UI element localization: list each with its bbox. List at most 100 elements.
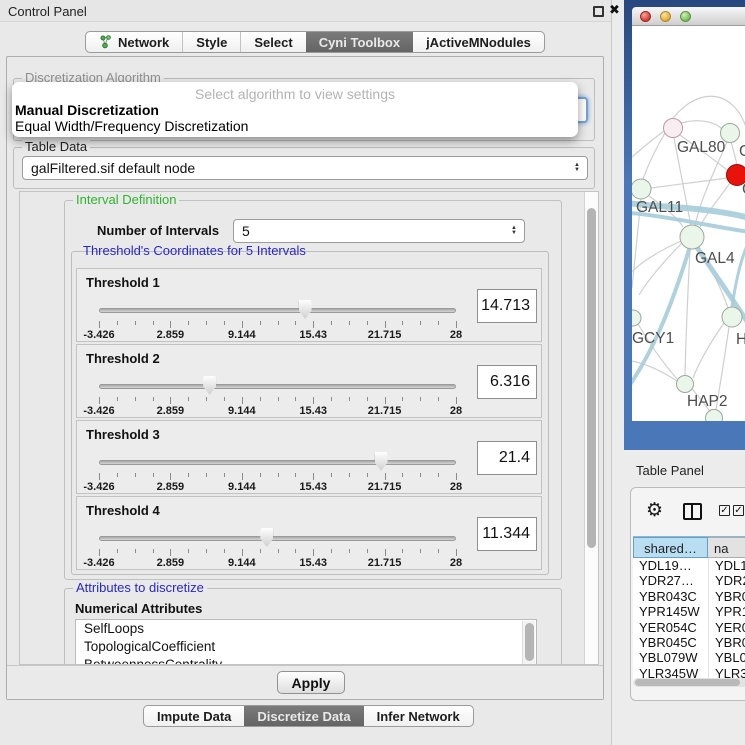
slider-thumb[interactable] bbox=[375, 452, 388, 471]
attribute-list-item[interactable]: SelfLoops bbox=[76, 620, 536, 638]
network-icon bbox=[99, 35, 112, 49]
network-edge[interactable] bbox=[685, 249, 690, 375]
network-node-gal11[interactable] bbox=[632, 179, 651, 199]
number-of-intervals-combobox[interactable]: 5 ▲▼ bbox=[233, 219, 525, 243]
slider-tick bbox=[438, 321, 439, 325]
table-row[interactable]: YDR27…YDR2 bbox=[633, 573, 745, 588]
table-cell[interactable]: YDR27… bbox=[633, 573, 708, 588]
network-edge[interactable] bbox=[681, 121, 722, 129]
node-label: H bbox=[736, 331, 745, 348]
table-cell[interactable]: YBR043C bbox=[633, 589, 708, 604]
table-horizontal-scrollbar[interactable] bbox=[633, 678, 745, 687]
bottom-tab-discretize-data[interactable]: Discretize Data bbox=[244, 706, 363, 726]
slider-tick bbox=[402, 321, 403, 325]
algorithm-option[interactable]: Equal Width/Frequency Discretization bbox=[15, 118, 248, 134]
network-edge[interactable] bbox=[632, 131, 664, 165]
table-data-combobox[interactable]: galFiltered.sif default node ▲▼ bbox=[22, 156, 588, 180]
tab-jactivemnodules[interactable]: jActiveMNodules bbox=[413, 32, 544, 52]
table-row[interactable]: YBL079WYBL0 bbox=[633, 650, 745, 665]
threshold-value-field[interactable]: 14.713 bbox=[477, 289, 537, 323]
threshold-label: Threshold 2 bbox=[86, 351, 160, 366]
network-node-hap2[interactable] bbox=[677, 376, 694, 393]
network-node-gal4[interactable] bbox=[680, 225, 704, 249]
close-icon[interactable]: ✖ bbox=[609, 2, 620, 18]
zoom-traffic-light-icon[interactable] bbox=[680, 11, 691, 22]
threshold-label: Threshold 3 bbox=[86, 427, 160, 442]
slider-tick bbox=[349, 549, 350, 553]
bottom-tab-impute-data[interactable]: Impute Data bbox=[144, 706, 244, 726]
table-cell[interactable]: YDL19… bbox=[633, 558, 708, 573]
threshold-slider[interactable]: -3.4262.8599.14415.4321.71528 bbox=[99, 527, 456, 569]
algorithm-option[interactable]: Manual Discretization bbox=[15, 102, 159, 118]
checkbox-checked-icon[interactable]: ✓ bbox=[733, 505, 744, 516]
network-view-window: GAL80GACGAL11GAL4GCY1HHAP2 bbox=[624, 0, 745, 450]
slider-thumb[interactable] bbox=[260, 528, 273, 547]
attributes-scrollbar[interactable] bbox=[522, 621, 535, 665]
column-header-name[interactable]: na bbox=[708, 537, 745, 558]
settings-vertical-scrollbar[interactable] bbox=[584, 192, 598, 664]
split-columns-icon[interactable] bbox=[683, 503, 702, 520]
network-edge[interactable] bbox=[700, 183, 730, 227]
network-window-titlebar[interactable] bbox=[632, 7, 745, 26]
apply-button[interactable]: Apply bbox=[277, 671, 345, 694]
network-edge[interactable] bbox=[632, 241, 681, 285]
table-cell[interactable]: YBL0 bbox=[708, 650, 745, 665]
slider-track[interactable] bbox=[99, 536, 456, 541]
table-cell[interactable]: YER0 bbox=[708, 620, 745, 635]
table-cell[interactable]: YER054C bbox=[633, 620, 708, 635]
threshold-value-field[interactable]: 6.316 bbox=[477, 365, 537, 399]
threshold-slider[interactable]: -3.4262.8599.14415.4321.71528 bbox=[99, 375, 456, 417]
table-cell[interactable]: YBR0 bbox=[708, 589, 745, 604]
table-cell[interactable]: YBR0 bbox=[708, 635, 745, 650]
close-traffic-light-icon[interactable] bbox=[640, 11, 651, 22]
node-label: GCY1 bbox=[632, 330, 674, 347]
network-canvas[interactable]: GAL80GACGAL11GAL4GCY1HHAP2 bbox=[632, 26, 745, 421]
tab-style[interactable]: Style bbox=[182, 32, 240, 52]
slider-tick bbox=[260, 473, 261, 477]
threshold-slider[interactable]: -3.4262.8599.14415.4321.71528 bbox=[99, 299, 456, 341]
column-header-shared-name[interactable]: shared… bbox=[633, 537, 708, 558]
attribute-list-item[interactable]: TopologicalCoefficient bbox=[76, 638, 536, 656]
slider-track[interactable] bbox=[99, 384, 456, 389]
table-row[interactable]: YBR045CYBR0 bbox=[633, 635, 745, 650]
table-row[interactable]: YPR145WYPR1 bbox=[633, 604, 745, 619]
network-node-node[interactable] bbox=[706, 410, 723, 422]
table-cell[interactable]: YDR2 bbox=[708, 573, 745, 588]
tab-network[interactable]: Network bbox=[86, 32, 182, 52]
network-edge[interactable] bbox=[731, 142, 737, 165]
network-edge[interactable] bbox=[643, 133, 665, 179]
network-node-gal80[interactable] bbox=[664, 119, 683, 138]
slider-scale-label: 28 bbox=[428, 557, 484, 569]
table-cell[interactable]: YBL079W bbox=[633, 650, 708, 665]
slider-tick bbox=[278, 549, 279, 553]
slider-track[interactable] bbox=[99, 308, 456, 313]
tab-select[interactable]: Select bbox=[240, 32, 305, 52]
table-cell[interactable]: YPR145W bbox=[633, 604, 708, 619]
minimize-traffic-light-icon[interactable] bbox=[660, 11, 671, 22]
slider-tick bbox=[99, 473, 100, 480]
table-row[interactable]: YER054CYER0 bbox=[633, 620, 745, 635]
network-edge[interactable] bbox=[693, 323, 724, 378]
slider-thumb[interactable] bbox=[203, 376, 216, 395]
bottom-tab-infer-network[interactable]: Infer Network bbox=[364, 706, 473, 726]
slider-thumb[interactable] bbox=[299, 300, 312, 319]
table-cell[interactable]: YDL1 bbox=[708, 558, 745, 573]
threshold-value-field[interactable]: 21.4 bbox=[477, 441, 537, 475]
table-cell[interactable]: YBR045C bbox=[633, 635, 708, 650]
network-node-gcy1[interactable] bbox=[632, 310, 641, 326]
network-node-h[interactable] bbox=[722, 307, 742, 327]
tab-cyni-toolbox[interactable]: Cyni Toolbox bbox=[306, 32, 413, 52]
table-cell[interactable]: YPR1 bbox=[708, 604, 745, 619]
table-row[interactable]: YBR043CYBR0 bbox=[633, 589, 745, 604]
gear-icon[interactable]: ⚙ bbox=[646, 502, 663, 520]
network-edge[interactable] bbox=[651, 178, 727, 188]
attribute-list-item[interactable]: BetweennessCentrality bbox=[76, 656, 536, 665]
slider-track[interactable] bbox=[99, 460, 456, 465]
control-panel-tabs: NetworkStyleSelectCyni ToolboxjActiveMNo… bbox=[85, 31, 545, 53]
slider-tick bbox=[117, 549, 118, 553]
threshold-value-field[interactable]: 11.344 bbox=[477, 517, 537, 551]
checkbox-checked-icon[interactable]: ✓ bbox=[719, 505, 730, 516]
table-row[interactable]: YDL19…YDL1 bbox=[633, 558, 745, 573]
float-window-icon[interactable] bbox=[593, 6, 604, 17]
threshold-slider[interactable]: -3.4262.8599.14415.4321.71528 bbox=[99, 451, 456, 493]
